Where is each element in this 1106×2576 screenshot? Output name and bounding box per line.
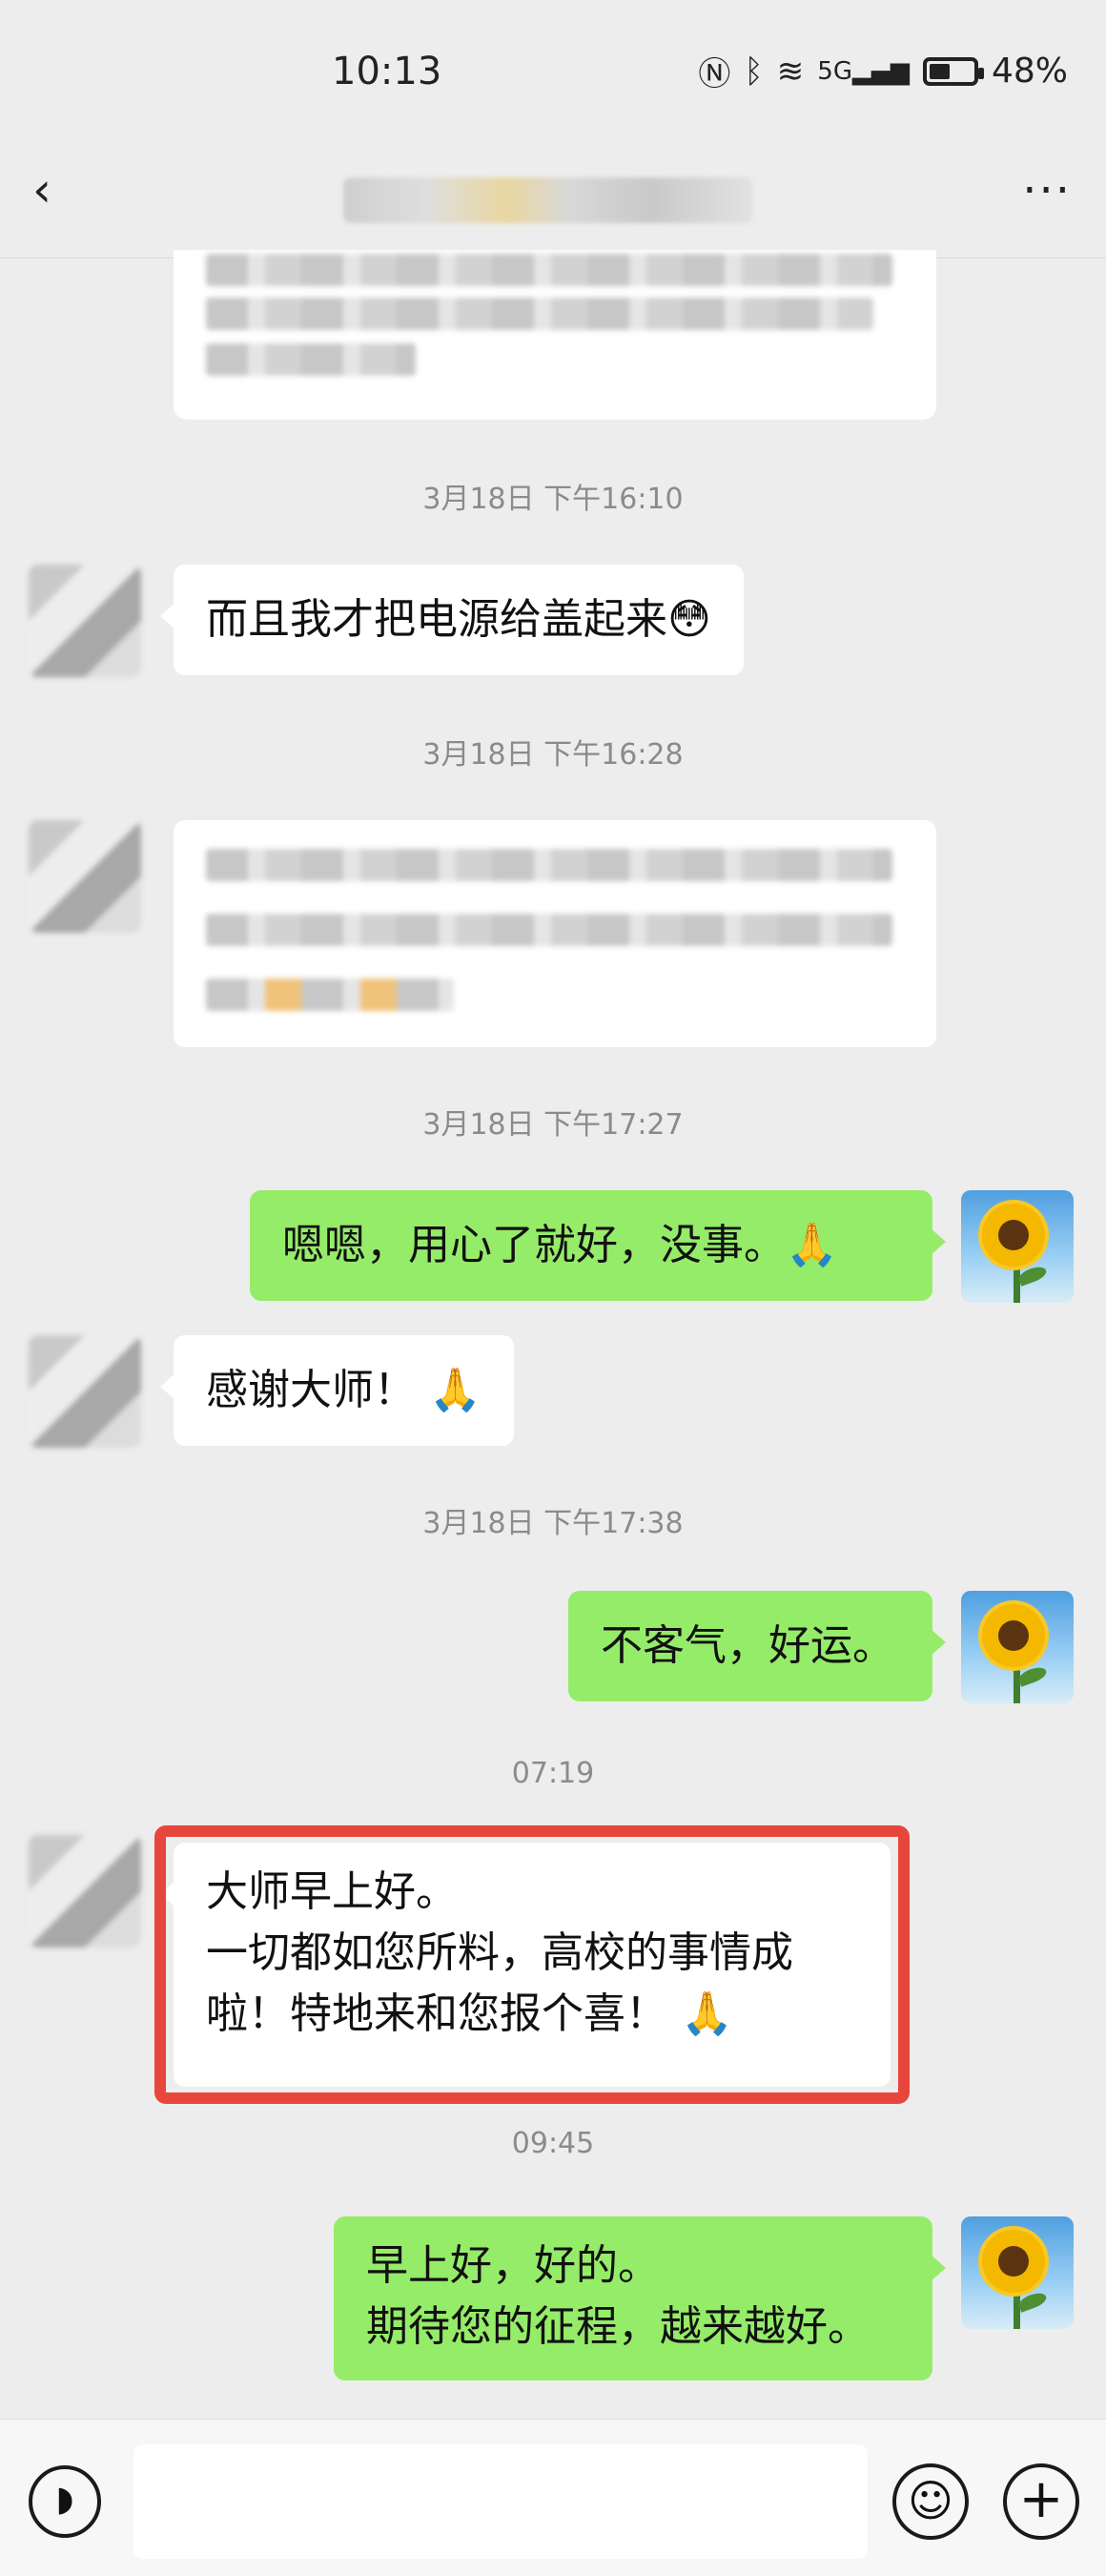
contact-avatar[interactable] (29, 1335, 141, 1448)
battery-icon (922, 56, 984, 86)
wifi-icon: ≋ (776, 52, 805, 91)
my-avatar[interactable] (961, 1591, 1074, 1703)
message-text: 不客气，好运。 (601, 1621, 894, 1670)
message-line: 期待您的征程，越来越好。 (366, 2302, 870, 2351)
emoji-icon[interactable]: ☺ (892, 2463, 969, 2540)
bluetooth-icon: ᛒ (744, 52, 764, 91)
message-input[interactable] (133, 2444, 868, 2559)
status-icons: Ⓝ ᛒ ≋ 5G▂▄▆ 48% (698, 48, 1068, 94)
signal-icon: 5G▂▄▆ (817, 56, 910, 86)
incoming-message[interactable]: 感谢大师！ 🙏 (160, 1335, 514, 1446)
chat-header: ‹ ··· (0, 143, 1106, 258)
outgoing-message[interactable]: 不客气，好运。 (568, 1591, 946, 1701)
status-time: 10:13 (332, 50, 442, 93)
contact-avatar[interactable] (29, 820, 141, 933)
status-bar: 10:13 Ⓝ ᛒ ≋ 5G▂▄▆ 48% (0, 0, 1106, 153)
plus-icon[interactable]: + (1003, 2463, 1079, 2540)
message-timestamp: 3月18日 下午17:27 (422, 1108, 684, 1142)
highlight-box (154, 1825, 910, 2104)
contact-avatar[interactable] (29, 565, 141, 677)
nfc-icon: Ⓝ (698, 55, 731, 93)
message-timestamp: 3月18日 下午16:28 (422, 738, 684, 772)
my-avatar[interactable] (961, 2216, 1074, 2329)
message-text: 嗯嗯，用心了就好，没事。🙏 (282, 1221, 838, 1269)
message-text: 而且我才把电源给盖起来😳 (206, 595, 711, 644)
input-bar: ◗ ☺ + (0, 2419, 1106, 2576)
message-timestamp: 3月18日 下午17:38 (422, 1507, 684, 1540)
back-arrow-icon[interactable]: ‹ (32, 162, 51, 217)
incoming-message[interactable]: 而且我才把电源给盖起来😳 (160, 565, 744, 675)
blurred-message (174, 250, 936, 420)
message-timestamp: 3月18日 下午16:10 (422, 483, 684, 516)
voice-icon[interactable]: ◗ (29, 2465, 101, 2538)
outgoing-message[interactable]: 嗯嗯，用心了就好，没事。🙏 (250, 1190, 946, 1301)
contact-avatar[interactable] (29, 1835, 141, 1947)
message-timestamp: 09:45 (511, 2127, 595, 2160)
my-avatar[interactable] (961, 1190, 1074, 1303)
more-dots-icon[interactable]: ··· (1022, 164, 1072, 217)
network-label: 5G (817, 56, 852, 86)
message-text: 感谢大师！ 🙏 (206, 1366, 481, 1414)
chat-title-blurred (343, 177, 753, 223)
message-timestamp: 07:19 (511, 1757, 595, 1790)
blurred-message (174, 820, 936, 1047)
message-line: 早上好，好的。 (366, 2241, 660, 2290)
outgoing-message[interactable]: 早上好，好的。 期待您的征程，越来越好。 (334, 2216, 946, 2380)
battery-percent: 48% (991, 52, 1068, 91)
